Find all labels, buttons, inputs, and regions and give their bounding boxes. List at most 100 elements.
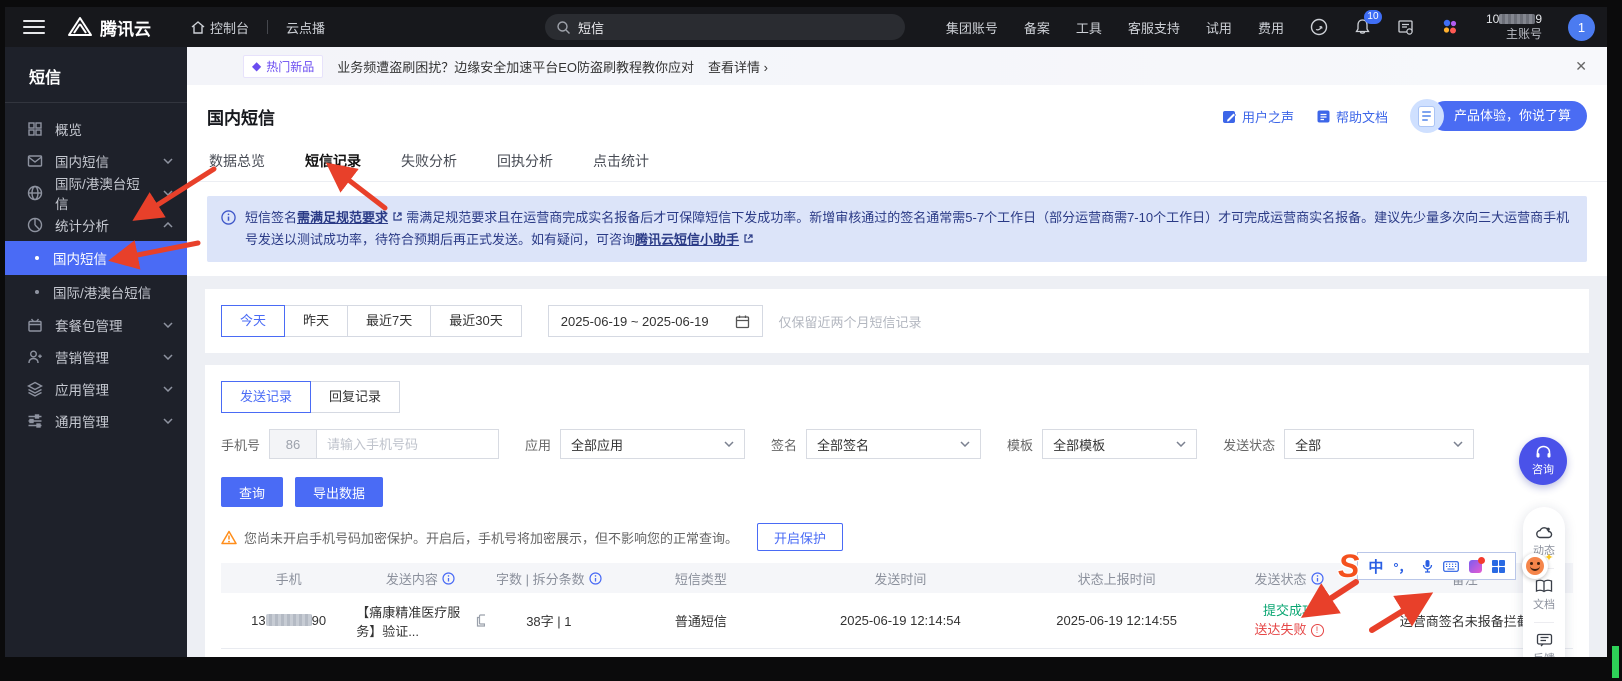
template-select[interactable]: 全部模板	[1042, 429, 1197, 459]
error-info-icon[interactable]: !	[1311, 624, 1324, 637]
phone-input[interactable]	[317, 429, 499, 459]
sidebar-item-marketing-mgmt[interactable]: 营销管理	[5, 341, 187, 373]
sogou-logo-icon[interactable]: S	[1338, 550, 1359, 582]
app-label: 应用	[525, 435, 551, 454]
promo-icon[interactable]	[1310, 18, 1328, 36]
reply-records-tab[interactable]: 回复记录	[310, 381, 400, 413]
menu-trial[interactable]: 试用	[1206, 18, 1232, 37]
enable-protection-button[interactable]: 开启保护	[757, 523, 843, 551]
col-type: 短信类型	[613, 569, 789, 588]
brand-text: 腾讯云	[100, 15, 151, 40]
menu-group-account[interactable]: 集团账号	[946, 18, 998, 37]
retention-note: 仅保留近两个月短信记录	[779, 312, 922, 331]
sidebar-item-intl-sms[interactable]: 国际/港澳台短信	[5, 177, 187, 209]
table-row[interactable]: 1390 【痛康精准医疗服务】验证... 38字 | 1 普通短信 2025-0…	[221, 593, 1573, 649]
avatar[interactable]: 1	[1568, 14, 1595, 41]
sidebar-item-package-mgmt[interactable]: 套餐包管理	[5, 309, 187, 341]
query-button[interactable]: 查询	[221, 477, 283, 507]
vod-nav-link[interactable]: 云点播	[286, 18, 325, 37]
topnav-right: 集团账号 备案 工具 客服支持 试用 费用 10 109 主账号 1	[946, 12, 1607, 42]
banner-text: 业务频遭盗刷困扰？边缘安全加速平台EO防盗刷教程教你应对	[337, 57, 694, 76]
yesterday-button[interactable]: 昨天	[284, 305, 348, 337]
today-button[interactable]: 今天	[221, 305, 285, 337]
sidebar-subitem-intl-sms[interactable]: 国际/港澳台短信	[5, 275, 187, 309]
info-icon[interactable]	[442, 572, 455, 585]
country-code-box: 86	[269, 429, 317, 459]
template-label: 模板	[1007, 435, 1033, 454]
banner-close-icon[interactable]: ✕	[1575, 58, 1587, 75]
tab-data-overview[interactable]: 数据总览	[207, 145, 267, 181]
sms-assistant-link[interactable]: 腾讯云短信小助手	[635, 232, 739, 247]
menu-support[interactable]: 客服支持	[1128, 18, 1180, 37]
records-card: 发送记录 回复记录 手机号 86 应用 全部应用	[205, 365, 1589, 657]
sidebar-subitem-domestic-sms[interactable]: 国内短信	[5, 241, 187, 275]
menu-tools[interactable]: 工具	[1076, 18, 1102, 37]
screen-edge-artifact	[1612, 646, 1619, 678]
contract-doc-icon[interactable]	[1397, 19, 1414, 36]
lexiang-colorful-icon[interactable]	[1440, 17, 1460, 37]
quick-date-group: 今天 昨天 最近7天 最近30天	[221, 305, 522, 337]
phone-label: 手机号	[221, 435, 260, 454]
banner-detail-link[interactable]: 查看详情 ›	[708, 57, 768, 76]
spec-requirement-link[interactable]: 需满足规范要求	[297, 210, 388, 225]
date-range-picker[interactable]: 2025-06-19 ~ 2025-06-19	[548, 305, 763, 337]
page-title: 国内短信	[207, 104, 275, 129]
ime-toolbar: S 中 °， ✦	[1338, 550, 1548, 582]
calendar-icon	[735, 314, 750, 329]
sidebar-item-overview[interactable]: 概览	[5, 113, 187, 145]
search-value: 短信	[578, 18, 604, 37]
tab-failure-analysis[interactable]: 失败分析	[399, 145, 459, 181]
account-info[interactable]: 109 主账号	[1486, 12, 1542, 42]
ime-assistant-icon[interactable]: ✦	[1522, 553, 1548, 579]
chevron-down-icon	[724, 441, 734, 447]
apps-grid-icon[interactable]	[1492, 560, 1505, 573]
send-status-label: 发送状态	[1223, 435, 1275, 454]
ime-punctuation-toggle[interactable]: °，	[1393, 557, 1411, 576]
user-voice-link[interactable]: 用户之声	[1222, 107, 1294, 126]
consult-button[interactable]: 咨询	[1519, 437, 1567, 485]
account-id: 109	[1486, 12, 1542, 27]
product-experience-pill[interactable]: 产品体验，你说了算	[1410, 99, 1587, 133]
account-id-blur	[1499, 14, 1535, 24]
tab-receipt-analysis[interactable]: 回执分析	[495, 145, 555, 181]
last7days-button[interactable]: 最近7天	[347, 305, 431, 337]
tencent-cloud-logo[interactable]: 腾讯云	[67, 15, 151, 40]
ime-language-toggle[interactable]: 中	[1368, 556, 1383, 577]
app-select[interactable]: 全部应用	[560, 429, 745, 459]
console-nav-link[interactable]: 控制台	[191, 18, 249, 37]
cell-content: 【痛康精准医疗服务】验证...	[356, 602, 484, 640]
info-icon[interactable]	[589, 572, 602, 585]
tab-click-stats[interactable]: 点击统计	[591, 145, 651, 181]
notification-badge: 10	[1364, 10, 1382, 24]
cell-status: 提交成功 送达失败!	[1221, 603, 1356, 638]
clipboard-icon[interactable]	[1469, 560, 1482, 573]
layers-icon	[27, 381, 43, 397]
sidebar-item-app-mgmt[interactable]: 应用管理	[5, 373, 187, 405]
keyboard-icon[interactable]	[1443, 561, 1459, 572]
global-search-input[interactable]: 短信	[545, 14, 905, 40]
tab-sms-records[interactable]: 短信记录	[303, 145, 363, 181]
help-doc-link[interactable]: 帮助文档	[1316, 107, 1388, 126]
export-button[interactable]: 导出数据	[295, 477, 383, 507]
hamburger-menu-icon[interactable]	[23, 20, 45, 34]
bullet-dot	[35, 256, 39, 260]
table-row[interactable]: 13290 【痛康精准医疗服务】您的... 37字 | 1 普通短信 2025-…	[221, 649, 1573, 657]
notification-bell-icon[interactable]: 10	[1354, 18, 1371, 36]
chevron-down-icon	[1453, 441, 1463, 447]
cell-phone: 1390	[221, 613, 356, 628]
sidebar-item-stats-analysis[interactable]: 统计分析	[5, 209, 187, 241]
feedback-button[interactable]: 反馈	[1533, 627, 1555, 657]
menu-beian[interactable]: 备案	[1024, 18, 1050, 37]
sidebar-item-general-mgmt[interactable]: 通用管理	[5, 405, 187, 437]
send-status-select[interactable]: 全部	[1284, 429, 1474, 459]
home-icon	[191, 21, 205, 34]
chevron-down-icon	[163, 418, 173, 424]
microphone-icon[interactable]	[1422, 559, 1433, 573]
signature-select[interactable]: 全部签名	[806, 429, 981, 459]
menu-billing[interactable]: 费用	[1258, 18, 1284, 37]
info-icon[interactable]	[1311, 572, 1324, 585]
sparkle-icon: ✦	[1544, 551, 1553, 564]
copy-icon[interactable]	[476, 614, 484, 627]
last30days-button[interactable]: 最近30天	[430, 305, 521, 337]
send-records-tab[interactable]: 发送记录	[221, 381, 311, 413]
